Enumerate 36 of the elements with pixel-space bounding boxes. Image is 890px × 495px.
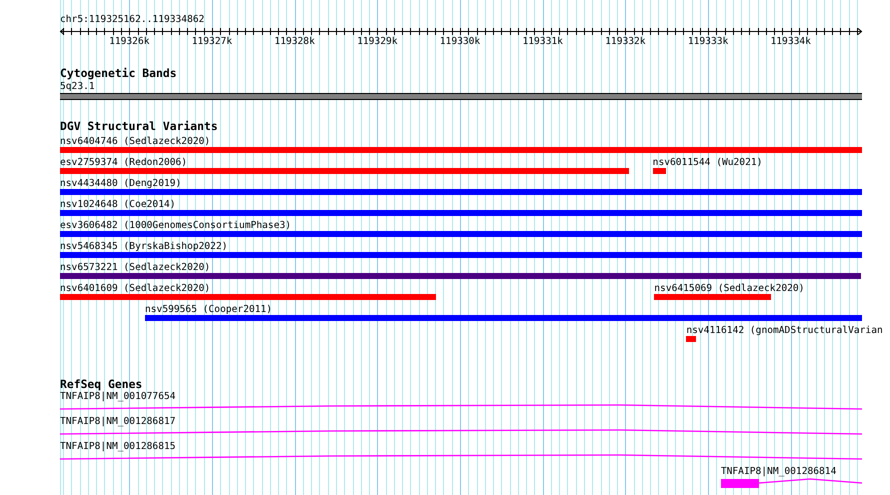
tick-label: 119326k xyxy=(109,36,150,48)
gene-line[interactable] xyxy=(758,478,862,484)
tick-label: 119333k xyxy=(688,36,728,48)
variant-label: nsv6404746 (Sedlazeck2020) xyxy=(60,136,210,147)
variant-label: nsv6011544 (Wu2021) xyxy=(652,157,762,168)
tick-label: 119330k xyxy=(440,36,480,48)
band-label: 5q23.1 xyxy=(60,81,95,92)
gene-line[interactable] xyxy=(60,404,862,410)
gene-label: TNFAIP8|NM_001077654 xyxy=(60,391,176,403)
gene-label: TNFAIP8|NM_001286817 xyxy=(60,416,176,428)
variant-label: esv3606482 (1000GenomesConsortiumPhase3) xyxy=(60,220,292,231)
track-title: DGV Structural Variants xyxy=(60,120,218,133)
variant-bar[interactable] xyxy=(652,168,666,174)
variant-label: nsv599565 (Cooper2011) xyxy=(145,304,272,315)
gene-label: TNFAIP8|NM_001286815 xyxy=(60,441,176,453)
variant-label: nsv4116142 (gnomADStructuralVarian xyxy=(686,325,883,336)
variant-label: nsv6401609 (Sedlazeck2020) xyxy=(60,283,210,294)
track-title: Cytogenetic Bands xyxy=(60,67,177,80)
exon-box[interactable] xyxy=(721,479,759,488)
variant-label: nsv1024648 (Coe2014) xyxy=(60,199,176,210)
variant-label: nsv6573221 (Sedlazeck2020) xyxy=(60,262,210,273)
gene-label: TNFAIP8|NM_001286814 xyxy=(720,466,836,478)
variant-label: nsv4434480 (Deng2019) xyxy=(60,178,182,189)
tick-label: 119331k xyxy=(522,36,563,48)
tick-label: 119329k xyxy=(357,36,398,48)
variant-label: nsv6415069 (Sedlazeck2020) xyxy=(654,283,804,294)
tick-label: 119332k xyxy=(605,36,646,48)
tick-label: 119328k xyxy=(274,36,315,48)
gene-line[interactable] xyxy=(60,454,862,460)
tick-label: 119327k xyxy=(192,36,232,48)
variant-label: nsv5468345 (ByrskaBishop2022) xyxy=(60,241,228,252)
location-label: chr5:119325162..119334862 xyxy=(60,14,204,26)
track-title: RefSeq Genes xyxy=(60,378,142,391)
gene-line[interactable] xyxy=(60,429,862,435)
tick-label: 119334k xyxy=(770,36,811,48)
variant-label: esv2759374 (Redon2006) xyxy=(60,157,188,168)
